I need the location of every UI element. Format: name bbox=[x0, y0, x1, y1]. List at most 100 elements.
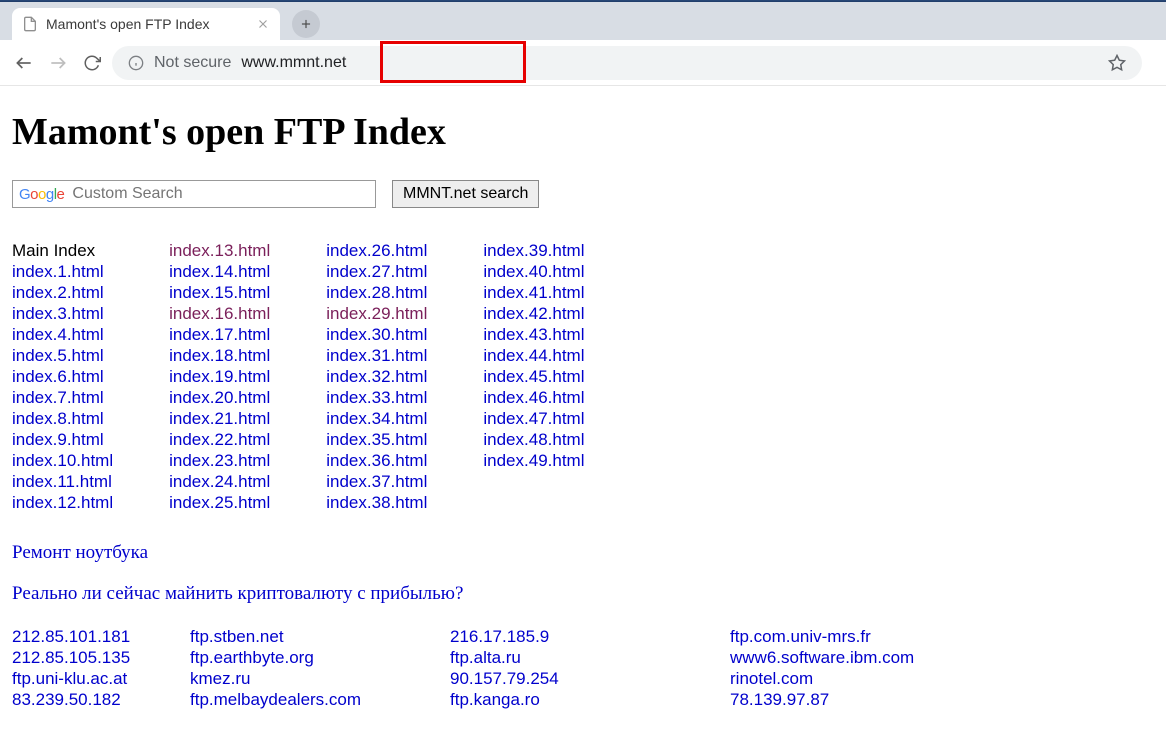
search-button[interactable]: MMNT.net search bbox=[392, 180, 539, 208]
search-input[interactable] bbox=[70, 184, 369, 204]
forward-button[interactable] bbox=[44, 49, 72, 77]
url-text: www.mmnt.net bbox=[241, 54, 346, 72]
index-entry[interactable]: index.3.html bbox=[12, 303, 113, 324]
index-entry[interactable]: index.44.html bbox=[483, 345, 584, 366]
index-column: Main Indexindex.1.htmlindex.2.htmlindex.… bbox=[12, 240, 113, 513]
arrow-left-icon bbox=[14, 53, 34, 73]
index-entry[interactable]: index.49.html bbox=[483, 450, 584, 471]
ftp-column: ftp.com.univ-mrs.frwww6.software.ibm.com… bbox=[730, 626, 914, 710]
index-entry[interactable]: index.19.html bbox=[169, 366, 270, 387]
ftp-column: ftp.stben.netftp.earthbyte.orgkmez.ruftp… bbox=[190, 626, 450, 710]
index-entry[interactable]: index.26.html bbox=[326, 240, 427, 261]
back-button[interactable] bbox=[10, 49, 38, 77]
index-entry[interactable]: index.34.html bbox=[326, 408, 427, 429]
browser-toolbar: Not secure www.mmnt.net bbox=[0, 40, 1166, 86]
not-secure-label: Not secure bbox=[154, 54, 231, 72]
index-entry[interactable]: index.28.html bbox=[326, 282, 427, 303]
index-entry[interactable]: index.29.html bbox=[326, 303, 427, 324]
index-entry[interactable]: index.45.html bbox=[483, 366, 584, 387]
ftp-entry[interactable]: 216.17.185.9 bbox=[450, 626, 730, 647]
page-heading: Mamont's open FTP Index bbox=[12, 110, 1154, 154]
page-icon bbox=[22, 16, 38, 32]
index-entry[interactable]: index.18.html bbox=[169, 345, 270, 366]
index-entry[interactable]: index.41.html bbox=[483, 282, 584, 303]
index-entry[interactable]: index.46.html bbox=[483, 387, 584, 408]
index-entry[interactable]: index.1.html bbox=[12, 261, 113, 282]
index-entry[interactable]: index.39.html bbox=[483, 240, 584, 261]
custom-search-box[interactable]: Google bbox=[12, 180, 376, 208]
ftp-entry[interactable]: ftp.stben.net bbox=[190, 626, 450, 647]
index-entry[interactable]: index.13.html bbox=[169, 240, 270, 261]
google-logo: Google bbox=[19, 186, 64, 203]
index-column: index.13.htmlindex.14.htmlindex.15.htmli… bbox=[169, 240, 270, 513]
index-entry[interactable]: index.10.html bbox=[12, 450, 113, 471]
ftp-entry[interactable]: 78.139.97.87 bbox=[730, 689, 914, 710]
address-bar[interactable]: Not secure www.mmnt.net bbox=[112, 46, 1142, 80]
ftp-entry[interactable]: 90.157.79.254 bbox=[450, 668, 730, 689]
index-column: index.39.htmlindex.40.htmlindex.41.htmli… bbox=[483, 240, 584, 513]
browser-tab-active[interactable]: Mamont's open FTP Index bbox=[12, 8, 280, 40]
index-entry[interactable]: index.47.html bbox=[483, 408, 584, 429]
index-entry[interactable]: index.20.html bbox=[169, 387, 270, 408]
index-entry[interactable]: index.21.html bbox=[169, 408, 270, 429]
index-entry[interactable]: index.30.html bbox=[326, 324, 427, 345]
ftp-entry[interactable]: 83.239.50.182 bbox=[12, 689, 190, 710]
index-entry[interactable]: index.43.html bbox=[483, 324, 584, 345]
page-content: Mamont's open FTP Index Google MMNT.net … bbox=[0, 86, 1166, 750]
index-entry[interactable]: index.16.html bbox=[169, 303, 270, 324]
index-entry[interactable]: index.27.html bbox=[326, 261, 427, 282]
tab-title: Mamont's open FTP Index bbox=[46, 16, 250, 32]
info-icon bbox=[128, 55, 144, 71]
index-entry[interactable]: index.15.html bbox=[169, 282, 270, 303]
reload-button[interactable] bbox=[78, 49, 106, 77]
index-entry[interactable]: index.40.html bbox=[483, 261, 584, 282]
index-entry[interactable]: index.36.html bbox=[326, 450, 427, 471]
russian-links: Ремонт ноутбука Реально ли сейчас майнит… bbox=[12, 541, 1154, 606]
ftp-entry[interactable]: rinotel.com bbox=[730, 668, 914, 689]
index-entry[interactable]: index.22.html bbox=[169, 429, 270, 450]
ftp-entry[interactable]: ftp.uni-klu.ac.at bbox=[12, 668, 190, 689]
close-icon[interactable] bbox=[256, 17, 270, 31]
ftp-entry[interactable]: 212.85.101.181 bbox=[12, 626, 190, 647]
index-entry[interactable]: index.37.html bbox=[326, 471, 427, 492]
ru-link-1[interactable]: Ремонт ноутбука bbox=[12, 542, 148, 563]
index-entry[interactable]: index.5.html bbox=[12, 345, 113, 366]
index-entry[interactable]: index.4.html bbox=[12, 324, 113, 345]
index-entry[interactable]: index.7.html bbox=[12, 387, 113, 408]
ftp-entry[interactable]: ftp.com.univ-mrs.fr bbox=[730, 626, 914, 647]
search-row: Google MMNT.net search bbox=[12, 180, 1154, 208]
index-entry[interactable]: index.6.html bbox=[12, 366, 113, 387]
ftp-entry[interactable]: 212.85.105.135 bbox=[12, 647, 190, 668]
ftp-entry[interactable]: ftp.earthbyte.org bbox=[190, 647, 450, 668]
ftp-entry[interactable]: ftp.melbaydealers.com bbox=[190, 689, 450, 710]
ru-link-2[interactable]: Реально ли сейчас майнить криптовалюту с… bbox=[12, 583, 463, 604]
index-entry[interactable]: index.31.html bbox=[326, 345, 427, 366]
index-entry[interactable]: index.23.html bbox=[169, 450, 270, 471]
ftp-entry[interactable]: kmez.ru bbox=[190, 668, 450, 689]
index-entry[interactable]: index.9.html bbox=[12, 429, 113, 450]
index-entry[interactable]: index.38.html bbox=[326, 492, 427, 513]
ftp-entry[interactable]: www6.software.ibm.com bbox=[730, 647, 914, 668]
index-entry[interactable]: index.32.html bbox=[326, 366, 427, 387]
index-entry[interactable]: index.8.html bbox=[12, 408, 113, 429]
ftp-entry[interactable]: ftp.kanga.ro bbox=[450, 689, 730, 710]
ftp-column: 212.85.101.181212.85.105.135ftp.uni-klu.… bbox=[12, 626, 190, 710]
index-entry[interactable]: index.14.html bbox=[169, 261, 270, 282]
index-entry[interactable]: index.35.html bbox=[326, 429, 427, 450]
index-entry[interactable]: index.17.html bbox=[169, 324, 270, 345]
new-tab-button[interactable] bbox=[292, 10, 320, 38]
index-entry[interactable]: index.42.html bbox=[483, 303, 584, 324]
index-entry[interactable]: index.24.html bbox=[169, 471, 270, 492]
index-entry[interactable]: index.11.html bbox=[12, 471, 113, 492]
bookmark-star-icon[interactable] bbox=[1108, 54, 1126, 72]
index-entry[interactable]: index.33.html bbox=[326, 387, 427, 408]
index-entry[interactable]: index.12.html bbox=[12, 492, 113, 513]
index-entry: Main Index bbox=[12, 240, 113, 261]
arrow-right-icon bbox=[48, 53, 68, 73]
ftp-entry[interactable]: ftp.alta.ru bbox=[450, 647, 730, 668]
index-entry[interactable]: index.25.html bbox=[169, 492, 270, 513]
ftp-column: 216.17.185.9ftp.alta.ru90.157.79.254ftp.… bbox=[450, 626, 730, 710]
tab-strip: Mamont's open FTP Index bbox=[0, 2, 1166, 40]
index-entry[interactable]: index.48.html bbox=[483, 429, 584, 450]
index-entry[interactable]: index.2.html bbox=[12, 282, 113, 303]
